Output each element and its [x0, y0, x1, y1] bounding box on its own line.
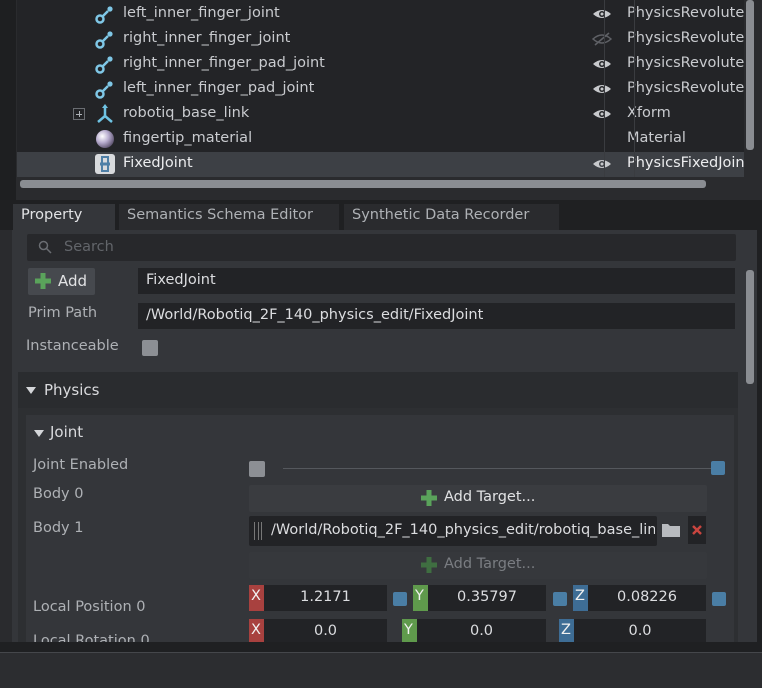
drag-handle-icon[interactable] — [254, 522, 262, 540]
instanceable-checkbox[interactable] — [142, 340, 158, 356]
tree-row-type: PhysicsRevolute — [627, 55, 744, 71]
local-position-z-field[interactable]: 0.08226 — [588, 585, 706, 611]
eye-icon[interactable] — [591, 156, 613, 172]
tree-row-type: PhysicsRevolute — [627, 80, 744, 96]
eye-icon[interactable] — [591, 106, 613, 122]
body1-path-text: /World/Robotiq_2F_140_physics_edit/robot… — [271, 522, 655, 538]
tree-row-name: right_inner_finger_joint — [123, 30, 291, 46]
search-box[interactable]: Search — [27, 234, 736, 261]
axis-z-label: Z — [559, 619, 574, 642]
folder-icon[interactable] — [661, 521, 681, 539]
body1-path-field[interactable]: /World/Robotiq_2F_140_physics_edit/robot… — [249, 516, 657, 546]
eye-icon[interactable] — [591, 6, 613, 22]
add-button[interactable]: Add — [28, 268, 95, 295]
axis-y-label: Y — [402, 619, 417, 642]
tree-row-name: left_inner_finger_joint — [123, 5, 280, 21]
axis-y-label: Y — [413, 585, 428, 611]
fixed-joint-icon — [95, 154, 115, 174]
joint-enabled-checkbox[interactable] — [249, 461, 265, 477]
tree-row-type: PhysicsRevolute — [627, 5, 744, 21]
eye-icon[interactable] — [591, 56, 613, 72]
local-position-label: Local Position 0 — [33, 599, 146, 615]
property-panel: Search Add FixedJoint Prim Path /World/R… — [12, 230, 757, 642]
tree-row-name: robotiq_base_link — [123, 105, 250, 121]
bottom-status-bar — [0, 652, 762, 688]
physics-section-title: Physics — [44, 381, 100, 399]
joint-section-title: Joint — [50, 423, 84, 441]
body1-label: Body 1 — [33, 520, 84, 536]
tree-row-type: PhysicsRevolute — [627, 30, 744, 46]
property-tabs: Property Semantics Schema Editor Synthet… — [0, 200, 762, 230]
physics-section: Physics Joint Joint Enabled Body 0 Add T… — [18, 372, 738, 642]
local-rotation-z-field[interactable]: 0.0 — [574, 619, 706, 642]
tab-semantics-schema-editor[interactable]: Semantics Schema Editor — [119, 204, 339, 230]
local-rotation-label: Local Rotation 0 — [33, 633, 150, 642]
eye-hidden-icon[interactable] — [591, 31, 613, 47]
prim-name-field[interactable]: FixedJoint — [138, 268, 735, 294]
local-rotation-y-field[interactable]: 0.0 — [417, 619, 546, 642]
collapse-triangle-icon — [26, 387, 36, 394]
material-sphere-icon — [96, 130, 114, 148]
prim-path-field[interactable]: /World/Robotiq_2F_140_physics_edit/Fixed… — [138, 303, 735, 329]
add-button-label: Add — [58, 272, 88, 290]
stage-tree[interactable]: left_inner_finger_joint PhysicsRevolute … — [17, 0, 744, 177]
body0-label: Body 0 — [33, 486, 84, 502]
add-target-label: Add Target... — [444, 489, 536, 505]
plus-icon — [421, 490, 437, 506]
tree-row-type: PhysicsFixedJoin — [627, 155, 744, 171]
stage-vertical-scrollbar[interactable] — [746, 0, 754, 150]
joint-icon — [95, 6, 113, 24]
tree-row-name: FixedJoint — [123, 155, 193, 171]
column-divider — [634, 0, 635, 177]
local-position-y-field[interactable]: 0.35797 — [428, 585, 546, 611]
expand-plus-icon[interactable] — [73, 108, 85, 120]
tree-row-name: right_inner_finger_pad_joint — [123, 55, 325, 71]
stage-panel: left_inner_finger_joint PhysicsRevolute … — [0, 0, 762, 200]
search-icon — [38, 240, 52, 254]
column-divider — [604, 0, 605, 177]
physics-section-header[interactable]: Physics — [18, 372, 738, 408]
joint-section: Joint Joint Enabled Body 0 Add Target...… — [26, 415, 734, 642]
body1-add-target-button[interactable]: Add Target... — [249, 552, 707, 579]
search-placeholder: Search — [64, 239, 114, 255]
joint-icon — [95, 56, 113, 74]
local-rotation-x-field[interactable]: 0.0 — [264, 619, 387, 642]
prim-path-label: Prim Path — [28, 305, 98, 321]
stage-horizontal-scrollbar[interactable] — [20, 180, 706, 188]
body0-add-target-button[interactable]: Add Target... — [249, 485, 707, 512]
tree-row-name: left_inner_finger_pad_joint — [123, 80, 315, 96]
joint-enabled-divider — [283, 468, 711, 469]
add-target-label: Add Target... — [444, 556, 536, 572]
stage-left-gutter — [0, 0, 16, 200]
close-icon — [692, 525, 702, 535]
default-value-indicator[interactable] — [711, 461, 725, 475]
local-position-x-field[interactable]: 1.2171 — [264, 585, 387, 611]
plus-icon — [421, 557, 437, 573]
joint-icon — [95, 81, 113, 99]
default-value-indicator[interactable] — [712, 592, 726, 606]
joint-icon — [95, 31, 113, 49]
property-vertical-scrollbar[interactable] — [746, 270, 754, 384]
axis-x-label: X — [249, 585, 264, 611]
tab-synthetic-data-recorder[interactable]: Synthetic Data Recorder — [344, 204, 559, 230]
default-value-indicator[interactable] — [393, 592, 407, 606]
xform-icon — [97, 104, 113, 123]
collapse-triangle-icon[interactable] — [34, 430, 44, 437]
eye-icon[interactable] — [591, 81, 613, 97]
left-dock-strip — [0, 230, 12, 642]
remove-target-button[interactable] — [688, 516, 706, 544]
tab-property[interactable]: Property — [13, 204, 115, 230]
instanceable-label: Instanceable — [26, 338, 119, 354]
default-value-indicator[interactable] — [553, 592, 567, 606]
tree-row-type: Material — [627, 130, 686, 146]
axis-x-label: X — [249, 619, 264, 642]
plus-icon — [35, 273, 51, 289]
axis-z-label: Z — [573, 585, 588, 611]
joint-enabled-label: Joint Enabled — [33, 457, 129, 473]
tree-row-name: fingertip_material — [123, 130, 253, 146]
tree-row-type: Xform — [627, 105, 671, 121]
